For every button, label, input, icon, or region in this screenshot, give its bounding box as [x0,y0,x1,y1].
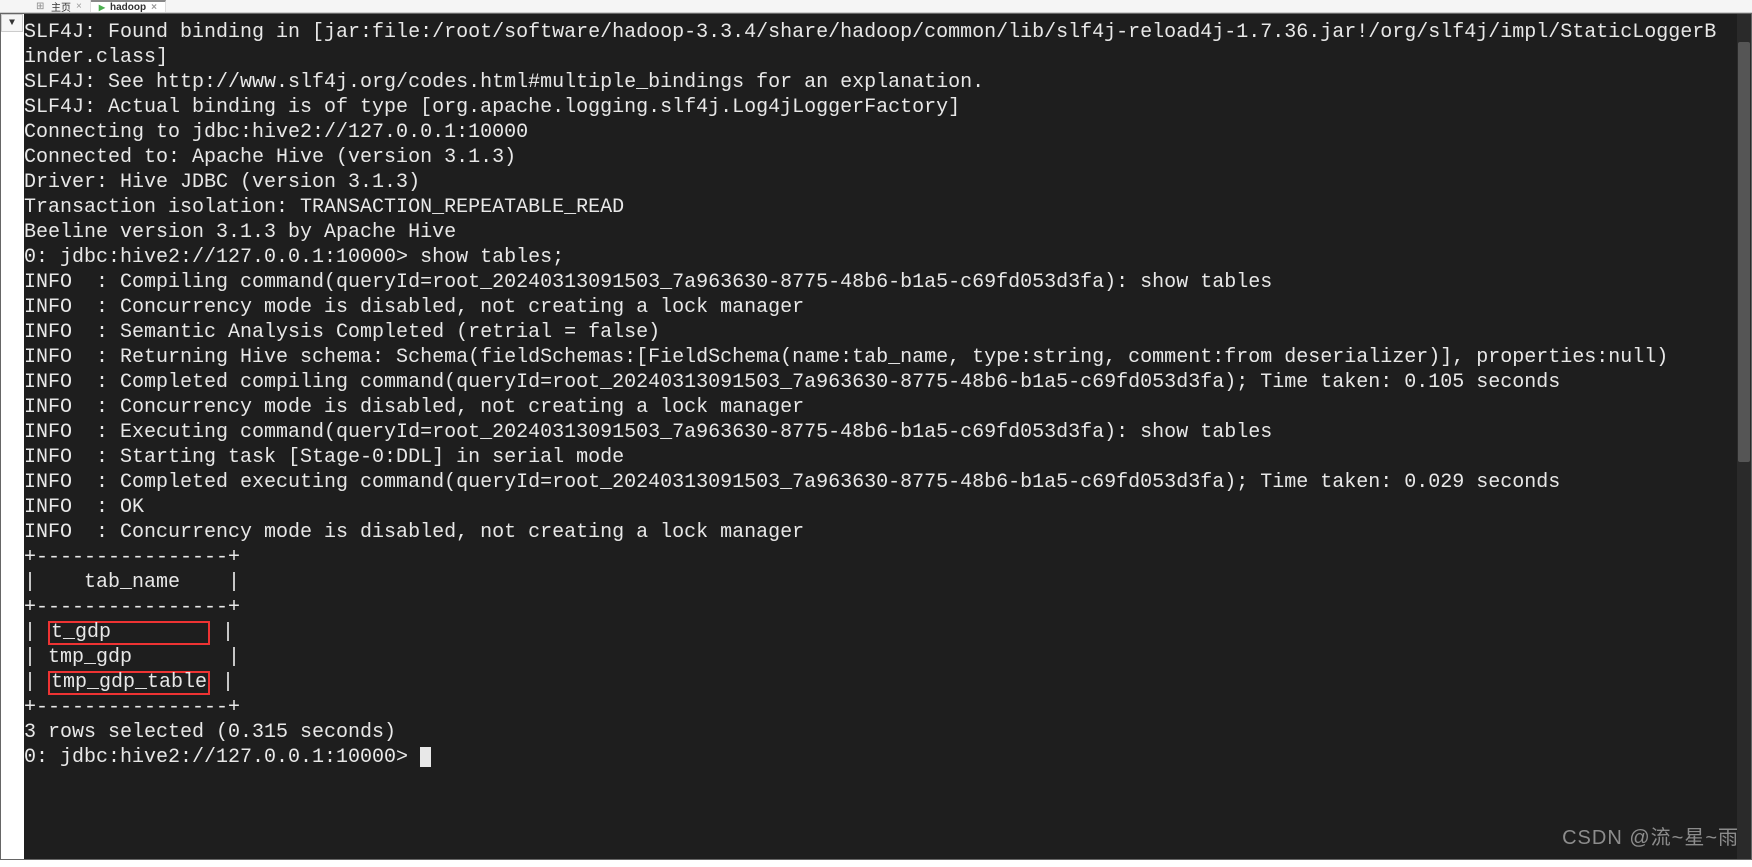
dropdown-toggle[interactable] [1,14,23,32]
tab-label: 主页 [51,0,71,14]
watermark: CSDN @流~星~雨 [1562,826,1739,851]
highlighted-table-name: tmp_gdp_table [48,671,210,695]
tab-bar: 主页 × hadoop × [0,0,1752,13]
output-line: INFO : Completed compiling command(query… [24,371,1560,394]
tab-main[interactable]: 主页 × [28,0,91,12]
output-line: inder.class] [24,46,168,69]
output-line: +----------------+ [24,596,240,619]
output-line: SLF4J: Actual binding is of type [org.ap… [24,96,960,119]
output-line: INFO : Concurrency mode is disabled, not… [24,521,804,544]
output-line: Beeline version 3.1.3 by Apache Hive [24,221,456,244]
output-line: 3 rows selected (0.315 seconds) [24,721,396,744]
output-line: INFO : Concurrency mode is disabled, not… [24,396,804,419]
tab-label: hadoop [110,2,146,13]
output-line: | tab_name | [24,571,240,594]
terminal-output[interactable]: SLF4J: Found binding in [jar:file:/root/… [24,14,1751,859]
highlighted-table-name: t_gdp [48,621,210,645]
output-line: INFO : Executing command(queryId=root_20… [24,421,1272,444]
close-icon[interactable]: × [151,2,157,13]
tab-hadoop[interactable]: hadoop × [91,0,166,12]
grid-icon [36,1,46,11]
output-line: INFO : Returning Hive schema: Schema(fie… [24,346,1668,369]
output-line: SLF4J: Found binding in [jar:file:/root/… [24,21,1716,44]
output-line: Transaction isolation: TRANSACTION_REPEA… [24,196,624,219]
output-line: INFO : Completed executing command(query… [24,471,1560,494]
output-line: Connecting to jdbc:hive2://127.0.0.1:100… [24,121,528,144]
terminal-frame: SLF4J: Found binding in [jar:file:/root/… [0,13,1752,860]
output-line: INFO : Starting task [Stage-0:DDL] in se… [24,446,624,469]
output-line: INFO : Concurrency mode is disabled, not… [24,296,804,319]
output-line: Connected to: Apache Hive (version 3.1.3… [24,146,516,169]
output-line: +----------------+ [24,546,240,569]
cursor [420,747,431,767]
prompt-line: 0: jdbc:hive2://127.0.0.1:10000> [24,746,420,769]
output-line: INFO : Semantic Analysis Completed (retr… [24,321,660,344]
output-line: 0: jdbc:hive2://127.0.0.1:10000> show ta… [24,246,564,269]
output-line: | tmp_gdp | [24,646,240,669]
output-line: INFO : OK [24,496,144,519]
play-icon [99,2,105,13]
scrollbar-thumb[interactable] [1738,42,1750,462]
output-line: SLF4J: See http://www.slf4j.org/codes.ht… [24,71,984,94]
output-line: Driver: Hive JDBC (version 3.1.3) [24,171,420,194]
output-line: INFO : Compiling command(queryId=root_20… [24,271,1272,294]
close-icon[interactable]: × [76,1,82,12]
output-line: +----------------+ [24,696,240,719]
scrollbar[interactable] [1737,14,1751,859]
